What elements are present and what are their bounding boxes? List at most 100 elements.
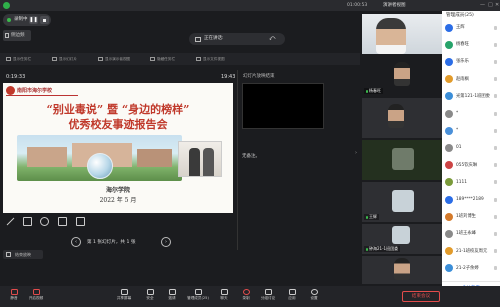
pen-icon[interactable] xyxy=(6,217,15,226)
avatar xyxy=(445,229,453,238)
window-topbar: 01:00:53 演讲者视图 — □ ✕ xyxy=(0,0,500,11)
side-mode-button[interactable]: 侧边频 xyxy=(3,30,31,41)
share-screen-button[interactable]: 共享屏幕 xyxy=(112,289,136,306)
video-tile[interactable] xyxy=(362,98,442,138)
video-button[interactable]: 开启视频 xyxy=(24,289,48,306)
hide-taskbar-button[interactable]: 隐藏任务栏 xyxy=(150,53,175,65)
presenter-view-button[interactable]: 显示演示者视图 xyxy=(98,53,130,65)
manage-members-button[interactable]: 管理成员(25) xyxy=(180,289,216,306)
screen-icon[interactable] xyxy=(58,217,67,226)
security-button[interactable]: 安全 xyxy=(138,289,162,306)
participant-row[interactable]: * xyxy=(442,108,500,119)
zoom-icon[interactable] xyxy=(40,217,49,226)
meeting-duration: 01:00:53 xyxy=(347,3,368,8)
mic-icon[interactable] xyxy=(494,214,497,219)
panel-resize-handle[interactable]: › xyxy=(355,150,359,160)
mute-button[interactable]: 静音 xyxy=(2,289,26,306)
slide-counter: 第 1 张幻灯片，共 1 张 xyxy=(87,240,136,245)
participant-row[interactable]: 杨春旺 xyxy=(442,39,500,50)
video-tile-name: 杨春旺 xyxy=(369,88,381,93)
chat-button[interactable]: 聊天 xyxy=(212,289,236,306)
avatar xyxy=(445,247,453,256)
share-screen-icon xyxy=(120,289,128,295)
participant-avatar xyxy=(392,190,414,212)
participant-row[interactable]: 1班王永峰 xyxy=(442,228,500,239)
breakout-button[interactable]: 分组讨论 xyxy=(256,289,280,306)
mic-icon[interactable] xyxy=(494,42,497,47)
avatar xyxy=(445,195,453,204)
participant-name: 张乐乐 xyxy=(456,59,469,65)
mic-icon[interactable] xyxy=(494,25,497,30)
school-logo: 南阳市海尔学校 xyxy=(6,86,78,96)
participant-row[interactable]: 张乐乐 xyxy=(442,56,500,67)
pause-recording-button[interactable]: ❚❚ xyxy=(29,16,38,24)
participant-row[interactable]: 01 xyxy=(442,142,500,153)
video-tile[interactable] xyxy=(362,14,442,54)
video-tile[interactable]: 王辉 xyxy=(362,182,442,222)
mic-icon[interactable] xyxy=(494,231,497,236)
mic-icon[interactable] xyxy=(494,163,497,168)
presentation-clock: 19:43 xyxy=(221,74,236,80)
participant-name: 189****2189 xyxy=(456,197,484,202)
mic-icon xyxy=(366,215,368,219)
apps-button[interactable]: 应用 xyxy=(280,289,304,306)
participant-row[interactable]: 1班刘博生 xyxy=(442,211,500,222)
settings-button[interactable]: 设置 xyxy=(302,289,326,306)
participant-row[interactable]: 王辉 xyxy=(442,22,500,33)
recording-indicator: 录制中 ❚❚ xyxy=(3,14,51,26)
minimize-icon[interactable]: — xyxy=(480,0,485,11)
video-tile[interactable] xyxy=(362,256,442,284)
next-slide-button[interactable]: › xyxy=(161,237,171,247)
video-tile[interactable] xyxy=(362,140,442,180)
video-tile-name: 钟海21-1班团委 xyxy=(369,246,399,251)
layout-view-button[interactable]: 演讲者视图 xyxy=(383,0,406,11)
participant-row[interactable]: 055钦庆琳 xyxy=(442,160,500,171)
end-meeting-button[interactable]: 结束会议 xyxy=(402,291,440,302)
mic-icon[interactable] xyxy=(494,249,497,254)
avatar xyxy=(445,57,453,66)
slides-grid-icon[interactable] xyxy=(23,217,32,226)
video-tile[interactable]: 钟海21-1班团委 xyxy=(362,224,442,254)
participant-row[interactable]: 189****2189 xyxy=(442,194,500,205)
mic-icon[interactable] xyxy=(494,59,497,64)
mic-icon[interactable] xyxy=(494,266,497,271)
avatar xyxy=(445,126,453,135)
participant-name: 1班王永峰 xyxy=(456,231,476,237)
end-show-button[interactable]: 结束放映 xyxy=(3,250,43,259)
show-taskbar-button[interactable]: 显示任务栏 xyxy=(6,53,31,65)
prev-slide-button[interactable]: ‹ xyxy=(71,237,81,247)
record-button[interactable]: 录制 xyxy=(234,289,258,306)
subtitle-icon[interactable] xyxy=(76,217,85,226)
file-view-button[interactable]: 显示文件视图 xyxy=(196,53,225,65)
participant-video xyxy=(394,62,410,86)
participant-row[interactable]: 21-1班校友周元 xyxy=(442,246,500,257)
participant-row[interactable]: * xyxy=(442,125,500,136)
avatar xyxy=(445,264,453,273)
avatar xyxy=(445,23,453,32)
mic-icon[interactable] xyxy=(494,77,497,82)
participant-row[interactable]: 21-2子余婷 xyxy=(442,263,500,274)
mic-icon[interactable] xyxy=(494,111,497,116)
mic-icon[interactable] xyxy=(494,145,497,150)
mic-icon[interactable] xyxy=(494,180,497,185)
participant-row[interactable]: 1111 xyxy=(442,177,500,188)
video-tile[interactable]: 杨春旺 xyxy=(362,56,442,96)
mic-icon[interactable] xyxy=(494,128,497,133)
show-slides-button[interactable]: 显示幻灯片 xyxy=(52,53,77,65)
speaking-label: 正在讲话: xyxy=(204,36,224,41)
stop-recording-button[interactable] xyxy=(40,16,49,24)
participant-video xyxy=(376,18,406,54)
participant-row[interactable]: 光第121-1班团委 xyxy=(442,91,500,102)
close-icon[interactable]: ✕ xyxy=(495,0,499,11)
slide-pager: ‹ 第 1 张幻灯片，共 1 张 › xyxy=(69,236,175,249)
mic-icon[interactable] xyxy=(494,94,497,99)
shield-icon xyxy=(146,289,154,295)
participant-name: 21-1班校友周元 xyxy=(456,248,488,254)
mic-icon[interactable] xyxy=(494,197,497,202)
avatar xyxy=(445,161,453,170)
breakout-icon xyxy=(264,289,272,295)
record-icon xyxy=(242,289,250,295)
back-icon[interactable]: ⤺ xyxy=(269,33,275,45)
participant-row[interactable]: 赵雨枫 xyxy=(442,74,500,85)
maximize-icon[interactable]: □ xyxy=(488,0,493,11)
